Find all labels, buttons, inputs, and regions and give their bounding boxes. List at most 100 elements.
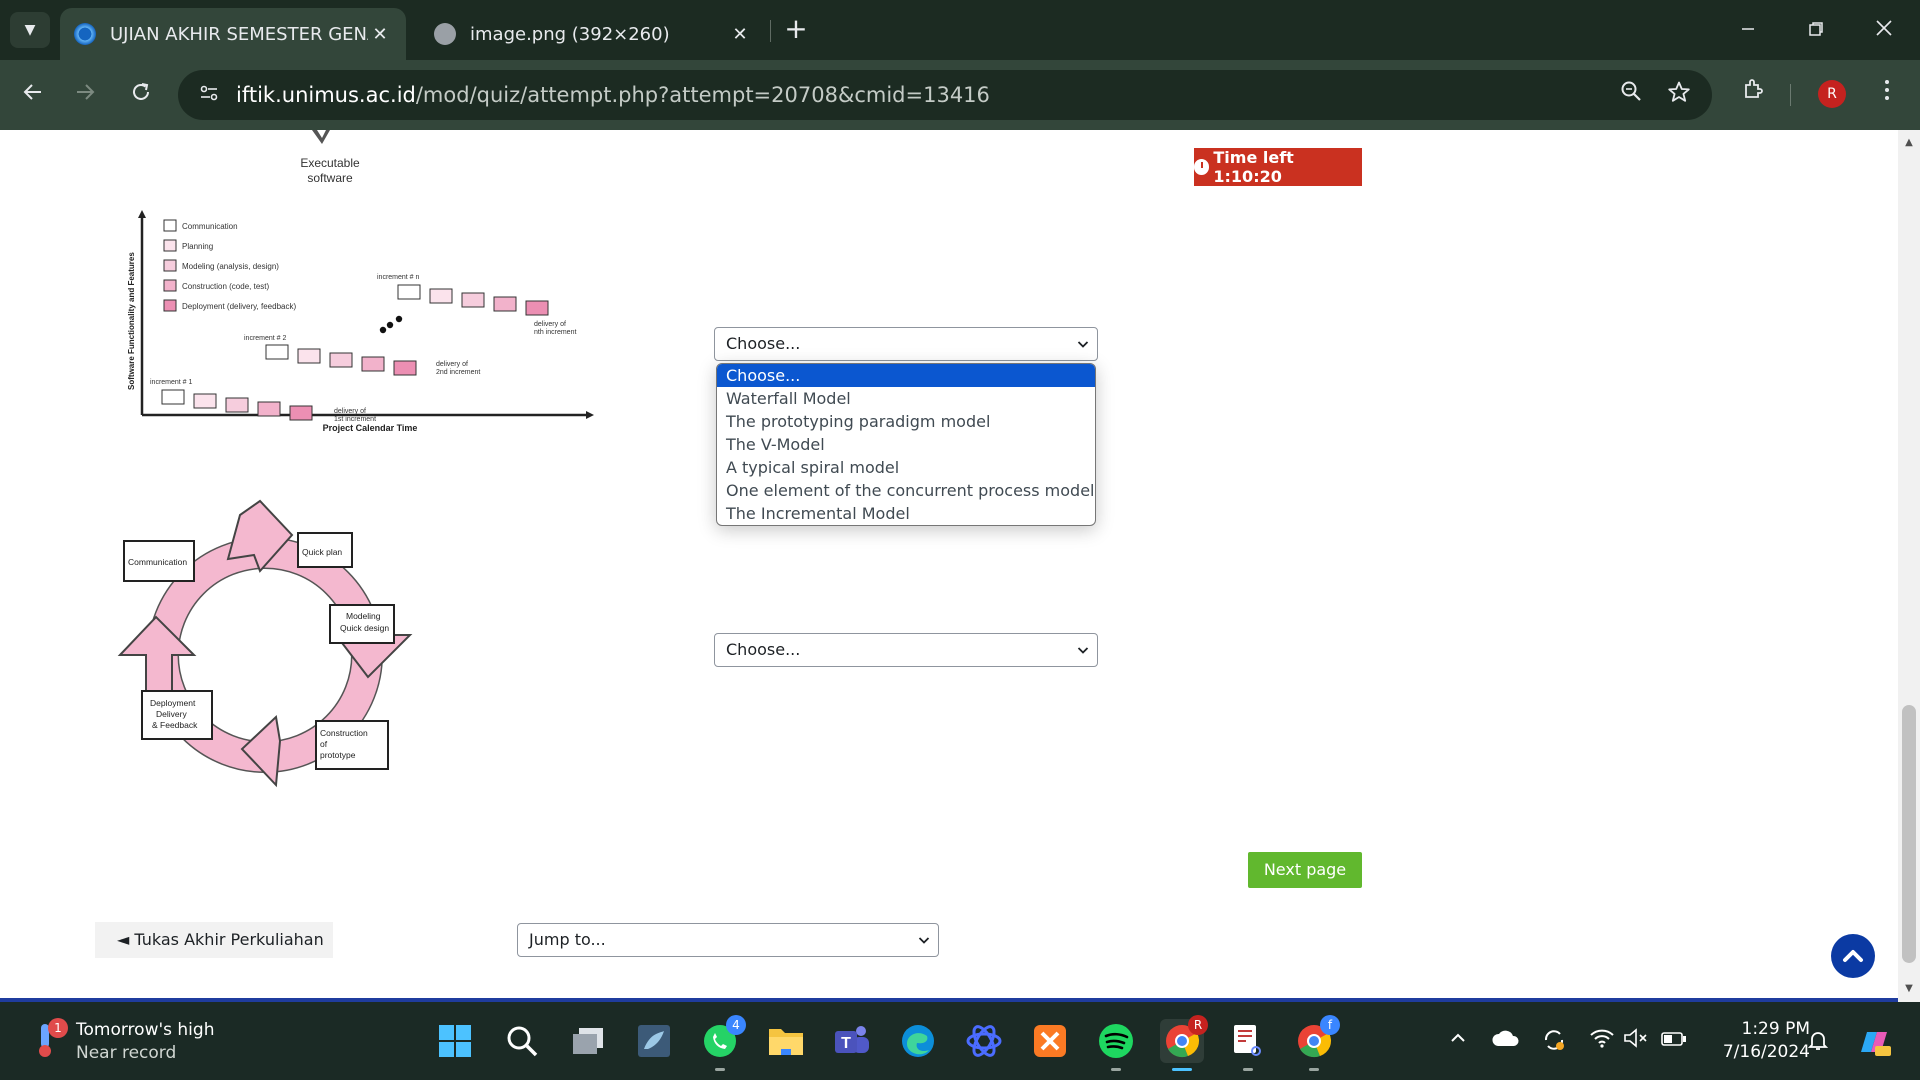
task-view-button[interactable] [566, 1019, 610, 1063]
site-info-icon[interactable] [196, 82, 222, 108]
taskbar-app-spotify[interactable] [1094, 1019, 1138, 1071]
delivery-1-line2: 1st increment [334, 416, 376, 423]
scroll-down-icon[interactable]: ▼ [1898, 980, 1920, 998]
taskbar-app-file-explorer[interactable] [764, 1019, 808, 1063]
delivery-2-line1: delivery of [436, 361, 468, 368]
tab-image[interactable]: image.png (392×260) ✕ [420, 8, 766, 60]
tab-strip: ▼ UJIAN AKHIR SEMESTER GENAP ✕ image.png… [0, 0, 1920, 60]
node-construction-2: of [320, 739, 328, 749]
taskbar-app-mysql[interactable] [632, 1019, 676, 1063]
profile-avatar[interactable]: R [1818, 80, 1846, 108]
wifi-icon[interactable] [1588, 1028, 1616, 1056]
clock-date: 7/16/2024 [1722, 1042, 1810, 1062]
answer-select-2[interactable]: Choose... [714, 633, 1098, 667]
copilot-icon[interactable] [1856, 1028, 1892, 1056]
tab-search-button[interactable]: ▼ [10, 12, 50, 48]
page-scrollbar[interactable]: ▲ ▼ [1898, 130, 1920, 1002]
battery-icon[interactable] [1660, 1028, 1688, 1056]
task-view-icon [573, 1028, 603, 1054]
bookmark-star-icon[interactable] [1664, 80, 1694, 110]
taskbar-app-edge[interactable] [896, 1019, 940, 1063]
new-tab-button[interactable]: + [780, 14, 812, 46]
taskbar-app-snipping[interactable] [1226, 1019, 1270, 1071]
chevron-down-icon [1077, 634, 1089, 668]
forward-button[interactable] [66, 76, 104, 114]
moodle-favicon-icon [74, 23, 96, 45]
legend-communication: Communication [182, 222, 238, 231]
delivery-2-line2: 2nd increment [436, 369, 480, 376]
tab-separator [770, 20, 771, 42]
select-2-value: Choose... [726, 640, 801, 659]
taskbar-app-chrome-profile[interactable]: f [1292, 1015, 1340, 1071]
svg-text:T: T [841, 1035, 851, 1052]
atom-icon [966, 1025, 1002, 1057]
sync-icon[interactable] [1540, 1028, 1568, 1056]
option-prototyping[interactable]: The prototyping paradigm model [717, 410, 1095, 433]
url-host: iftik.unimus.ac.id [236, 83, 416, 107]
onedrive-cloud-icon[interactable] [1492, 1028, 1520, 1056]
exec-label-2: software [307, 171, 353, 185]
taskbar-app-chrome[interactable]: R [1160, 1015, 1208, 1071]
windows-logo-icon [439, 1025, 471, 1057]
address-bar[interactable]: iftik.unimus.ac.id/mod/quiz/attempt.php?… [178, 70, 1712, 120]
taskbar-app-atom[interactable] [962, 1019, 1006, 1063]
spotify-icon [1099, 1024, 1133, 1058]
weather-widget[interactable]: 1 Tomorrow's high Near record [30, 1018, 230, 1066]
previous-activity-link[interactable]: ◄ Tukas Akhir Perkuliahan [95, 922, 333, 958]
quiz-timer: Time left 1:10:20 [1194, 148, 1362, 186]
restore-button[interactable] [1794, 10, 1838, 50]
timer-label: Time left 1:10:20 [1213, 148, 1294, 186]
scrollbar-thumb[interactable] [1902, 705, 1916, 963]
tab-quiz[interactable]: UJIAN AKHIR SEMESTER GENAP ✕ [60, 8, 406, 60]
taskbar-app-teams[interactable]: T [830, 1019, 874, 1063]
toolbar-divider [1790, 84, 1791, 106]
notification-bell-icon[interactable] [1804, 1028, 1832, 1056]
search-icon [507, 1026, 538, 1057]
volume-muted-icon[interactable] [1622, 1028, 1650, 1056]
close-icon[interactable]: ✕ [368, 24, 392, 45]
increment-1-label: increment # 1 [150, 379, 193, 386]
reload-button[interactable] [122, 76, 160, 114]
delivery-1-line1: delivery of [334, 408, 366, 415]
jump-to-select[interactable]: Jump to... [517, 923, 939, 957]
chrome-profile-badge: f [1320, 1015, 1340, 1035]
executable-software-image: Executable software [300, 130, 360, 185]
answer-select-1[interactable]: Choose... [714, 327, 1098, 361]
option-waterfall[interactable]: Waterfall Model [717, 387, 1095, 410]
back-to-top-button[interactable] [1831, 934, 1875, 978]
legend: Communication Planning Modeling (analysi… [163, 219, 296, 312]
search-button[interactable] [500, 1019, 544, 1063]
back-button[interactable] [14, 76, 52, 114]
folder-icon [769, 1029, 803, 1055]
legend-construction: Construction (code, test) [182, 282, 269, 291]
option-incremental[interactable]: The Incremental Model [717, 502, 1095, 525]
close-icon[interactable]: ✕ [728, 24, 752, 45]
window-close-button[interactable] [1862, 10, 1906, 50]
taskbar-app-xampp[interactable] [1028, 1019, 1072, 1063]
option-concurrent[interactable]: One element of the concurrent process mo… [717, 479, 1095, 502]
browser-toolbar: iftik.unimus.ac.id/mod/quiz/attempt.php?… [0, 60, 1920, 130]
zoom-icon[interactable] [1616, 80, 1646, 110]
option-v-model[interactable]: The V-Model [717, 433, 1095, 456]
node-deploy-1: Deployment [150, 698, 196, 708]
extensions-icon[interactable] [1734, 76, 1772, 114]
node-deploy-2: Delivery [156, 709, 187, 719]
answer-options-dropdown[interactable]: Choose... Waterfall Model The prototypin… [716, 363, 1096, 526]
chrome-profile-badge: R [1188, 1015, 1208, 1035]
chevron-down-icon [1077, 328, 1089, 362]
minimize-button[interactable] [1726, 10, 1770, 50]
start-button[interactable] [433, 1019, 477, 1063]
tray-overflow-chevron-icon[interactable] [1444, 1028, 1472, 1056]
option-choose[interactable]: Choose... [717, 364, 1095, 387]
snipping-tool-icon [1234, 1025, 1261, 1056]
system-clock[interactable]: 1:29 PM 7/16/2024 [1700, 1018, 1810, 1064]
running-indicator [715, 1068, 725, 1071]
next-page-button[interactable]: Next page [1248, 852, 1362, 888]
url-text[interactable]: iftik.unimus.ac.id/mod/quiz/attempt.php?… [236, 83, 990, 107]
taskbar-app-whatsapp[interactable]: 4 [698, 1015, 746, 1071]
kebab-menu-icon[interactable] [1868, 76, 1906, 114]
scroll-up-icon[interactable]: ▲ [1898, 134, 1920, 152]
option-spiral[interactable]: A typical spiral model [717, 456, 1095, 479]
node-quick-plan: Quick plan [302, 547, 342, 557]
teams-icon: T [835, 1026, 869, 1053]
